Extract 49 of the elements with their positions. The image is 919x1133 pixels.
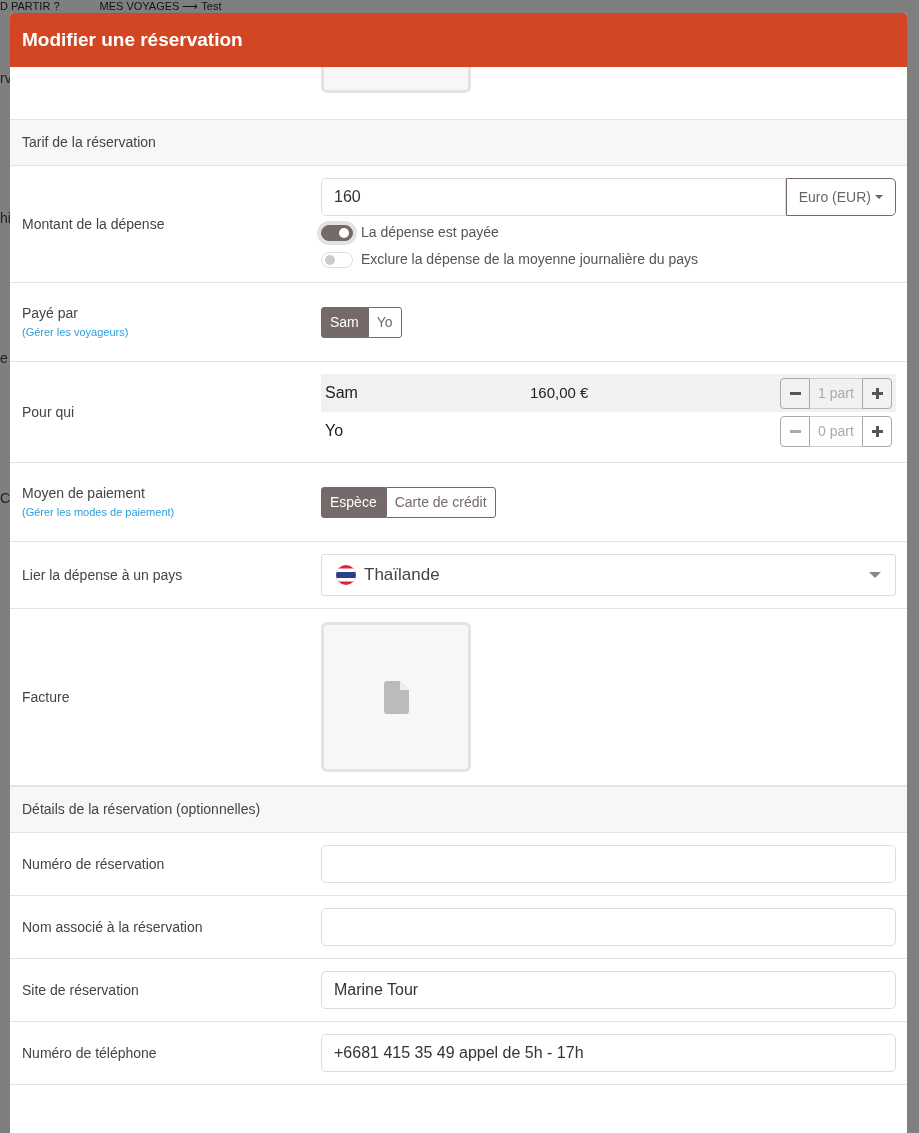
plus-button[interactable]: [862, 415, 892, 447]
plus-icon: [871, 425, 883, 437]
nav-link[interactable]: D PARTIR ?: [0, 0, 60, 12]
field-label: Numéro de téléphone: [22, 1043, 158, 1063]
field-label: Montant de la dépense: [22, 214, 166, 234]
text-field[interactable]: [321, 908, 896, 946]
background-text: C: [0, 489, 12, 508]
field-label: Moyen de paiement: [22, 484, 146, 504]
country-select[interactable]: Thaïlande: [321, 554, 896, 596]
minus-icon: [789, 429, 801, 433]
field-label: Facture: [22, 687, 71, 707]
text-field[interactable]: +6681 415 35 49 appel de 5h - 17h: [321, 1034, 896, 1072]
currency-dropdown[interactable]: Euro (EUR): [785, 178, 896, 216]
caret-icon: [869, 572, 881, 578]
nav-link[interactable]: MES VOYAGES ⟶ Test: [99, 0, 222, 12]
manage-link[interactable]: (Gérer les modes de paiement): [22, 504, 321, 521]
segment-button[interactable]: Carte de crédit: [385, 486, 496, 518]
file-upload-box[interactable]: [321, 622, 471, 772]
section-header: Tarif de la réservation: [10, 119, 907, 166]
field-label: Numéro de réservation: [22, 854, 166, 874]
field-label: Payé par: [22, 304, 80, 324]
background-text: e: [0, 349, 9, 368]
file-icon: [383, 680, 409, 714]
field-label: Site de réservation: [22, 980, 140, 1000]
field-label: Pour qui: [22, 402, 76, 422]
toggle-label: La dépense est payée: [361, 223, 499, 242]
part-count: 0 part: [810, 415, 862, 447]
plus-icon: [871, 387, 883, 399]
segment-button[interactable]: Yo: [367, 306, 402, 338]
background-text: hi: [0, 209, 12, 228]
segment-button[interactable]: Espèce: [321, 486, 386, 518]
field-label: Lier la dépense à un pays: [22, 565, 184, 585]
caret-icon: [875, 195, 883, 199]
text-field[interactable]: Marine Tour: [321, 971, 896, 1009]
part-count: 1 part: [810, 377, 862, 409]
person-name: Sam: [325, 383, 359, 403]
plus-button[interactable]: [862, 377, 892, 409]
person-name: Yo: [325, 421, 345, 441]
amount-field[interactable]: 160: [321, 178, 786, 216]
modal-title: Modifier une réservation: [22, 27, 243, 52]
section-header: Détails de la réservation (optionnelles): [10, 786, 907, 833]
segment-button[interactable]: Sam: [321, 306, 368, 338]
field-label: Nom associé à la réservation: [22, 917, 204, 937]
minus-icon: [789, 391, 801, 395]
manage-link[interactable]: (Gérer les voyageurs): [22, 324, 321, 341]
share-amount: 160,00 €: [530, 382, 589, 403]
toggle-label: Exclure la dépense de la moyenne journalière du pays: [361, 250, 698, 269]
text-field[interactable]: [321, 845, 896, 883]
flag-icon: [336, 565, 356, 585]
